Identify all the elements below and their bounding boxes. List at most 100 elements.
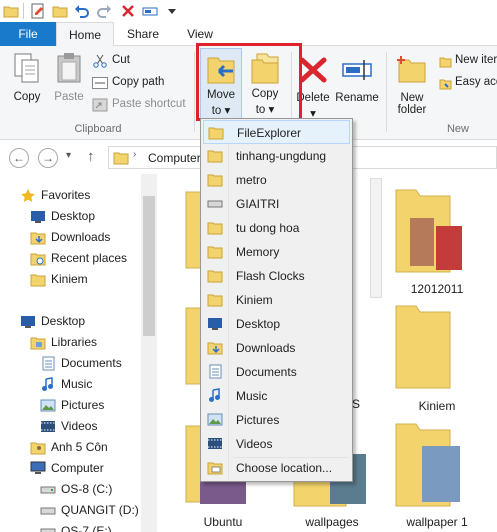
documents-icon [42,356,55,371]
user-folder-icon [30,442,46,455]
choose-location-icon [207,462,223,475]
clipboard-group-label: Clipboard [74,123,122,135]
menu-item-choose-location[interactable]: Choose location... [203,456,350,480]
folder-caption-kiniem: Kiniem [418,399,456,413]
folder-icon [113,152,129,165]
menu-item-tu-dong-hoa[interactable]: tu dong hoa [203,216,350,240]
copy-path-label: Copy path [112,76,165,88]
scissors-icon [93,54,107,68]
quick-access-toolbar [0,0,497,22]
folder-12012011-icon[interactable] [392,182,472,278]
paste-shortcut-button[interactable]: Paste shortcut [92,96,192,116]
menu-item-downloads[interactable]: Downloads [203,336,350,360]
folder-icon [207,150,223,163]
folder-icon [207,270,223,283]
libraries-icon [30,337,46,350]
paste-button[interactable]: Paste [50,50,88,108]
folder-icon [30,274,46,287]
menu-item-metro[interactable]: metro [203,168,350,192]
divider [23,3,24,19]
chevron-right-icon: › [133,149,137,160]
paste-shortcut-label: Paste shortcut [112,98,186,110]
menu-item-videos[interactable]: Videos [203,432,350,456]
folder-caption-12012011: 12012011 [410,282,464,296]
folder-thumbnail-partial[interactable] [370,178,382,298]
back-button[interactable]: ← [9,148,29,168]
rename-icon[interactable] [142,3,158,19]
new-folder-icon [397,56,426,83]
music-icon [42,377,53,391]
drive-icon [40,507,56,515]
folder-kiniem-icon[interactable] [392,298,472,394]
undo-icon[interactable] [74,3,90,19]
menu-item-giaitri[interactable]: GIAITRI [203,192,350,216]
folder-caption-wallpages: wallpages [305,515,359,529]
computer-icon [30,461,46,474]
redo-icon[interactable] [96,3,112,19]
new-item-icon [439,57,452,68]
forward-button[interactable]: → [38,148,58,168]
desktop-icon [208,318,222,330]
star-icon [21,189,35,202]
up-button[interactable]: ↑ [87,148,101,166]
menu-item-tinhang-ungdung[interactable]: tinhang-ungdung [203,144,350,168]
recent-locations-button[interactable]: ▾ [66,150,78,164]
new-folder-button[interactable]: New folder [390,48,434,120]
copy-path-icon [92,77,108,89]
nav-scrollbar-thumb[interactable] [143,196,155,336]
documents-icon [209,364,222,379]
rename-label: Rename [335,92,379,104]
highlight-box [196,43,302,121]
drive-icon [40,528,56,532]
easy-access-button[interactable]: Easy acc [438,74,497,94]
easy-access-icon [439,79,452,90]
arrow-right-icon: → [42,151,54,165]
new-item-button[interactable]: New iter [438,52,497,72]
navigation-pane: Favorites Desktop Downloads Recent place… [0,174,160,532]
copy-icon [14,53,39,83]
new-folder-icon[interactable] [52,3,68,19]
properties-icon[interactable] [30,3,46,19]
drive-icon [40,486,56,494]
tab-file[interactable]: File [0,22,56,46]
chevron-down-icon: ▾ [66,150,72,161]
divider [386,52,387,132]
menu-item-pictures[interactable]: Pictures [203,408,350,432]
menu-item-fileexplorer[interactable]: FileExplorer [203,120,350,144]
menu-item-desktop[interactable]: Desktop [203,312,350,336]
desktop-icon [21,316,35,328]
music-icon [209,388,220,402]
folder-icon [207,174,223,187]
menu-item-memory[interactable]: Memory [203,240,350,264]
paste-label: Paste [54,91,84,103]
menu-item-music[interactable]: Music [203,384,350,408]
arrow-up-icon: ↑ [87,148,95,165]
downloads-icon [207,342,223,355]
rename-icon [342,60,372,80]
videos-icon [41,421,55,432]
folder-wallpaper-1-icon[interactable] [392,416,472,512]
copy-button[interactable]: Copy [8,50,46,108]
menu-item-kiniem[interactable]: Kiniem [203,288,350,312]
cut-label: Cut [112,54,130,66]
menu-item-flash-clocks[interactable]: Flash Clocks [203,264,350,288]
folder-icon[interactable] [3,3,19,19]
folder-icon [208,127,224,140]
drive-icon [207,200,223,208]
chevron-down-icon[interactable] [164,3,180,19]
menu-item-documents[interactable]: Documents [203,360,350,384]
new-folder-label: New [400,92,424,104]
cut-button[interactable]: Cut [92,52,192,72]
folder-icon [207,246,223,259]
paste-icon [57,53,81,83]
tab-share[interactable]: Share [118,22,168,46]
address-path: Computer [148,151,201,165]
tab-home[interactable]: Home [56,22,114,47]
folder-icon [207,294,223,307]
easy-access-label: Easy acc [455,76,497,88]
copy-path-button[interactable]: Copy path [92,74,192,94]
new-group-label: New [446,123,469,135]
divider [194,52,195,132]
delete-icon[interactable] [120,3,136,19]
rename-button[interactable]: Rename [334,48,380,120]
